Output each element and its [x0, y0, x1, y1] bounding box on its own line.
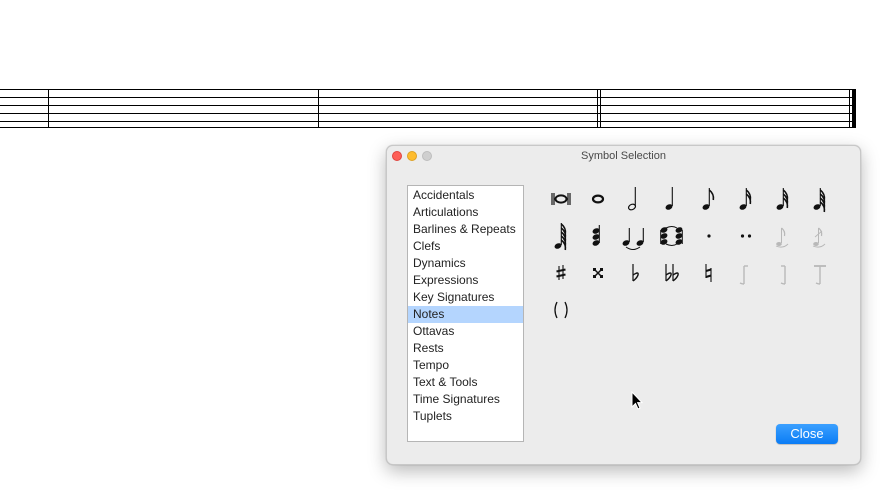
dot-icon[interactable] — [692, 219, 726, 253]
sixteenth-note-icon[interactable] — [729, 182, 763, 216]
eighth-note-icon[interactable] — [692, 182, 726, 216]
window-minimize-icon[interactable] — [407, 151, 417, 161]
dialog-title: Symbol Selection — [581, 150, 666, 162]
quarter-note-icon[interactable] — [655, 182, 689, 216]
category-item-tempo[interactable]: Tempo — [408, 357, 523, 374]
half-note-icon[interactable] — [618, 182, 652, 216]
chord-icon[interactable] — [581, 219, 615, 253]
tied-notes-icon[interactable] — [618, 219, 652, 253]
double-sharp-icon[interactable] — [581, 256, 615, 290]
category-item-articulations[interactable]: Articulations — [408, 204, 523, 221]
symbol-grid — [544, 182, 844, 342]
window-close-icon[interactable] — [392, 151, 402, 161]
sixty-fourth-note-icon[interactable] — [803, 182, 837, 216]
whole-note-icon[interactable] — [581, 182, 615, 216]
double-dot-icon[interactable] — [729, 219, 763, 253]
stem-flag-left-icon — [729, 256, 763, 290]
category-item-time-signatures[interactable]: Time Signatures — [408, 391, 523, 408]
acciaccatura-icon — [803, 219, 837, 253]
parentheses-icon[interactable] — [544, 293, 578, 327]
mouse-cursor-icon — [631, 391, 643, 410]
category-item-key-signatures[interactable]: Key Signatures — [408, 289, 523, 306]
flat-icon[interactable] — [618, 256, 652, 290]
category-item-clefs[interactable]: Clefs — [408, 238, 523, 255]
sharp-icon[interactable] — [544, 256, 578, 290]
symbol-selection-dialog: Symbol Selection Accidentals Articulation… — [386, 145, 861, 465]
category-item-ottavas[interactable]: Ottavas — [408, 323, 523, 340]
hundred-twenty-eighth-note-icon[interactable] — [544, 219, 578, 253]
tied-chord-icon[interactable] — [655, 219, 689, 253]
grace-note-icon — [766, 219, 800, 253]
window-zoom-icon — [422, 151, 432, 161]
natural-icon[interactable] — [692, 256, 726, 290]
stem-beam-icon — [803, 256, 837, 290]
stem-flag-right-icon — [766, 256, 800, 290]
category-item-dynamics[interactable]: Dynamics — [408, 255, 523, 272]
music-staff — [0, 89, 856, 128]
category-item-text-tools[interactable]: Text & Tools — [408, 374, 523, 391]
double-flat-icon[interactable] — [655, 256, 689, 290]
category-item-tuplets[interactable]: Tuplets — [408, 408, 523, 425]
category-item-accidentals[interactable]: Accidentals — [408, 187, 523, 204]
title-bar[interactable]: Symbol Selection — [387, 146, 860, 165]
breve-icon[interactable] — [544, 182, 578, 216]
category-list[interactable]: Accidentals Articulations Barlines & Repea… — [407, 185, 524, 442]
category-item-barlines-repeats[interactable]: Barlines & Repeats — [408, 221, 523, 238]
category-item-rests[interactable]: Rests — [408, 340, 523, 357]
close-button[interactable]: Close — [776, 424, 838, 444]
category-item-notes[interactable]: Notes — [408, 306, 523, 323]
thirty-second-note-icon[interactable] — [766, 182, 800, 216]
category-item-expressions[interactable]: Expressions — [408, 272, 523, 289]
